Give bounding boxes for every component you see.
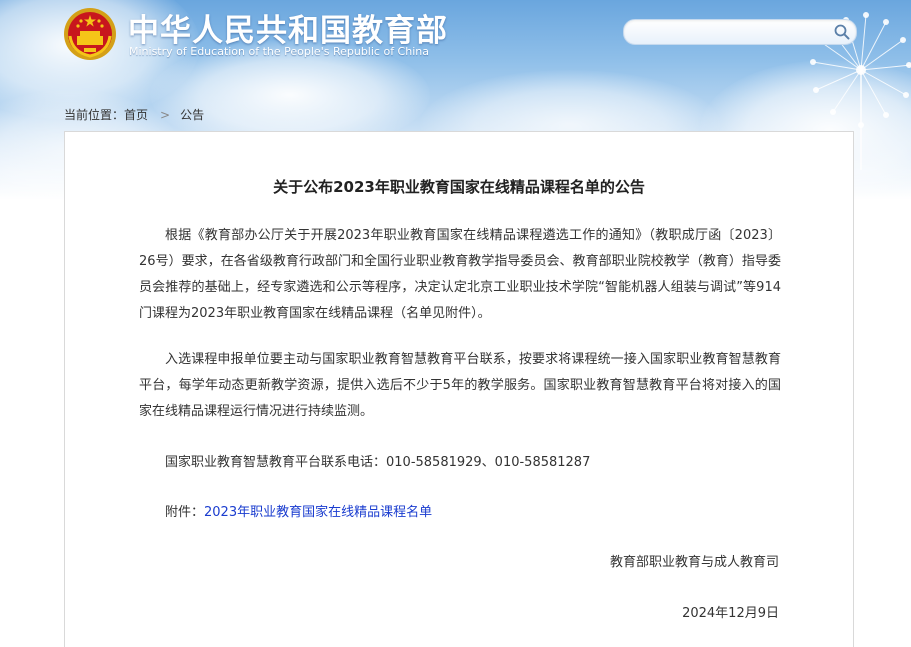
chevron-right-icon: > bbox=[160, 107, 171, 122]
publish-date: 2024年12月9日 bbox=[682, 606, 779, 621]
article-container: 关于公布2023年职业教育国家在线精品课程名单的公告 根据《教育部办公厅关于开展… bbox=[64, 131, 854, 647]
search-box bbox=[623, 19, 857, 45]
search-icon[interactable] bbox=[832, 22, 852, 42]
issuer: 教育部职业教育与成人教育司 bbox=[609, 555, 779, 570]
breadcrumb-current-link[interactable]: 公告 bbox=[180, 106, 204, 123]
national-emblem-icon bbox=[64, 8, 116, 60]
breadcrumb: 当前位置： 首页 > 公告 bbox=[64, 106, 204, 123]
breadcrumb-home-link[interactable]: 首页 bbox=[124, 106, 148, 123]
article-title: 关于公布2023年职业教育国家在线精品课程名单的公告 bbox=[273, 178, 645, 196]
article-paragraph: 入选课程申报单位要主动与国家职业教育智慧教育平台联系，按要求将课程统一接入国家职… bbox=[139, 352, 781, 419]
attachment-label: 附件： bbox=[165, 505, 205, 520]
search-input[interactable] bbox=[634, 22, 828, 44]
site-title: 中华人民共和国教育部 bbox=[128, 13, 448, 49]
attachment-link[interactable]: 2023年职业教育国家在线精品课程名单 bbox=[204, 505, 432, 520]
breadcrumb-prefix: 当前位置： bbox=[64, 108, 125, 122]
contact-info: 国家职业教育智慧教育平台联系电话：010-58581929、010-585812… bbox=[165, 455, 591, 470]
site-subtitle: Ministry of Education of the People's Re… bbox=[129, 45, 429, 58]
article-paragraph: 根据《教育部办公厅关于开展2023年职业教育国家在线精品课程遴选工作的通知》（教… bbox=[139, 228, 781, 321]
attachment-line: 附件：2023年职业教育国家在线精品课程名单 bbox=[165, 500, 432, 526]
